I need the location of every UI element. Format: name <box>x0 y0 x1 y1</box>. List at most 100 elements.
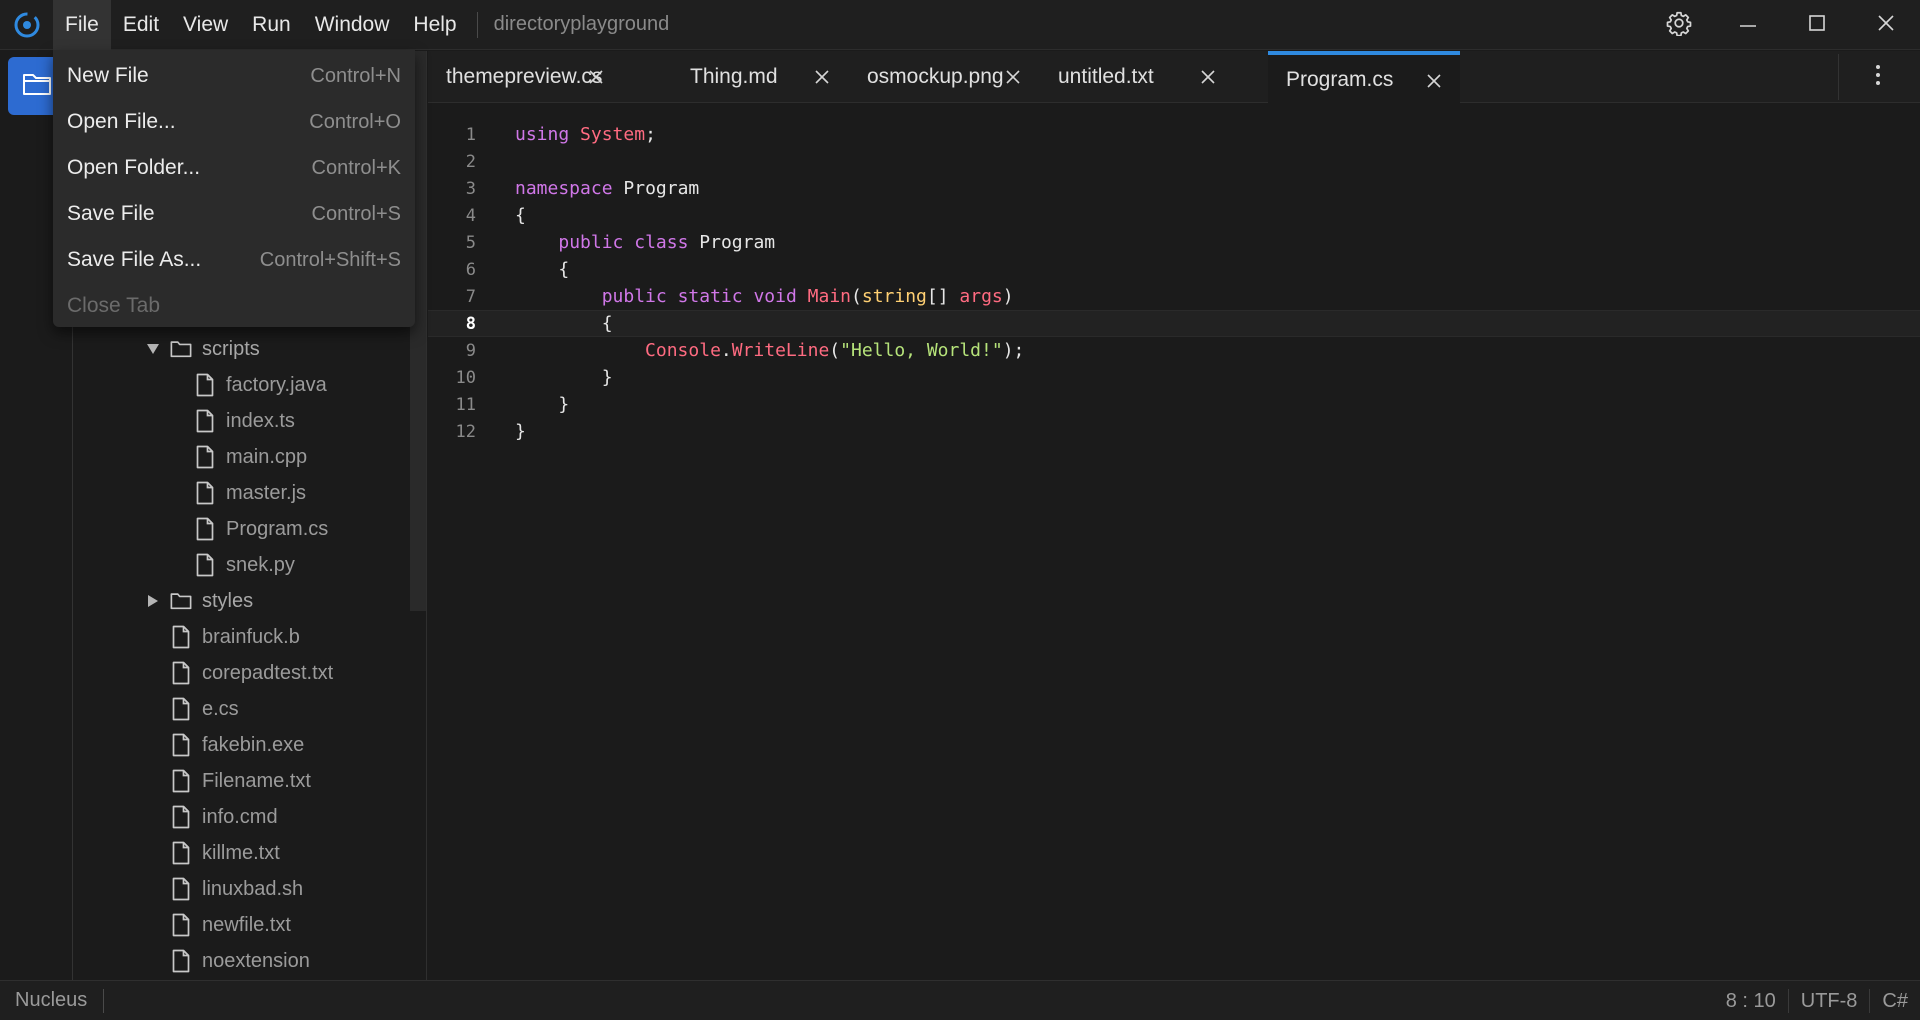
close-icon[interactable] <box>810 65 834 89</box>
more-vertical-icon <box>1875 64 1881 91</box>
menu-edit[interactable]: Edit <box>111 0 171 50</box>
tree-label: scripts <box>202 337 260 360</box>
menu-item-label: Save File <box>67 202 155 225</box>
file-icon <box>194 372 216 398</box>
tree-label: corepadtest.txt <box>202 661 334 684</box>
code-text: public class Program <box>558 232 776 253</box>
tab-bar-separator <box>1838 54 1839 100</box>
maximize-button[interactable] <box>1782 0 1851 50</box>
line-number: 5 <box>465 232 476 253</box>
menu-help[interactable]: Help <box>401 0 468 50</box>
tree-label: brainfuck.b <box>202 625 300 648</box>
close-window-button[interactable] <box>1851 0 1920 50</box>
chevron-right-icon <box>142 594 164 608</box>
tree-label: info.cmd <box>202 805 278 828</box>
tab-untitled[interactable]: untitled.txt <box>1040 51 1234 103</box>
menu-item-shortcut: Control+Shift+S <box>259 248 401 271</box>
minimize-icon <box>1739 14 1757 37</box>
tree-file[interactable]: Program.cs <box>194 511 328 547</box>
tree-folder-scripts[interactable]: scripts <box>142 331 260 367</box>
menu-item-shortcut: Control+S <box>311 202 402 225</box>
encoding[interactable]: UTF-8 <box>1787 989 1870 1013</box>
code-text: public static void Main(string[] args) <box>601 286 1014 307</box>
tree-file[interactable]: snek.py <box>194 547 295 583</box>
menu-item-save-file-as[interactable]: Save File As... Control+Shift+S <box>53 237 415 283</box>
code-line: 12 } <box>428 418 1920 445</box>
tree-label: Filename.txt <box>202 769 311 792</box>
tab-label: Thing.md <box>690 65 778 88</box>
menu-window[interactable]: Window <box>303 0 402 50</box>
menu-file[interactable]: File <box>53 0 111 50</box>
status-right: 8 : 10 UTF-8 C# <box>1714 981 1920 1020</box>
tree-label: Program.cs <box>226 517 329 540</box>
code-line: 11 } <box>428 391 1920 418</box>
file-icon <box>170 624 192 650</box>
menu-item-save-file[interactable]: Save File Control+S <box>53 191 415 237</box>
menu-item-new-file[interactable]: New File Control+N <box>53 53 415 99</box>
chevron-down-icon <box>142 343 164 355</box>
tree-folder-styles[interactable]: styles <box>142 583 253 619</box>
tab-thing[interactable]: Thing.md <box>672 51 848 103</box>
tree-label: killme.txt <box>202 841 280 864</box>
file-icon <box>170 948 192 974</box>
code-line: 9 Console.WriteLine("Hello, World!"); <box>428 337 1920 364</box>
file-icon <box>194 408 216 434</box>
menu-item-open-folder[interactable]: Open Folder... Control+K <box>53 145 415 191</box>
tree-file[interactable]: newfile.txt <box>170 907 291 943</box>
code-text: { <box>558 259 570 280</box>
tree-file[interactable]: main.cpp <box>194 439 307 475</box>
menu-view[interactable]: View <box>171 0 240 50</box>
menu-item-label: New File <box>67 64 149 87</box>
tree-file[interactable]: fakebin.exe <box>170 727 304 763</box>
tab-bar: themepreview.cs Thing.md osmockup.png un… <box>428 51 1920 104</box>
tree-file[interactable]: index.ts <box>194 403 295 439</box>
tree-file[interactable]: linuxbad.sh <box>170 871 303 907</box>
code-line: 3 namespace Program <box>428 175 1920 202</box>
tree-label: styles <box>202 589 254 612</box>
title-bar: File Edit View Run Window Help directory… <box>0 0 1920 50</box>
tree-file[interactable]: brainfuck.b <box>170 619 300 655</box>
tree-file[interactable]: info.cmd <box>170 799 278 835</box>
close-icon[interactable] <box>1196 65 1220 89</box>
language-mode[interactable]: C# <box>1869 989 1920 1013</box>
settings-button[interactable] <box>1644 0 1713 50</box>
line-number: 7 <box>465 286 476 307</box>
tree-file[interactable]: killme.txt <box>170 835 280 871</box>
app-logo-icon[interactable] <box>0 0 53 50</box>
file-icon <box>170 660 192 686</box>
code-line: 2 <box>428 148 1920 175</box>
tab-overflow-button[interactable] <box>1856 58 1900 96</box>
tab-osmockup[interactable]: osmockup.png <box>849 51 1039 103</box>
tree-label: factory.java <box>226 373 327 396</box>
status-app-name: Nucleus <box>15 989 88 1011</box>
code-text: { <box>515 205 526 226</box>
tree-file[interactable]: noextension <box>170 943 310 979</box>
file-icon <box>194 516 216 542</box>
close-icon[interactable] <box>584 65 608 89</box>
tab-program-active[interactable]: Program.cs <box>1268 51 1460 104</box>
tree-label: snek.py <box>226 553 295 576</box>
tree-file[interactable]: e.cs <box>170 691 239 727</box>
menu-item-label: Open File... <box>67 110 176 133</box>
tree-label: fakebin.exe <box>202 733 305 756</box>
minimize-button[interactable] <box>1713 0 1782 50</box>
tab-themepreview[interactable]: themepreview.cs <box>428 51 622 103</box>
menu-item-open-file[interactable]: Open File... Control+O <box>53 99 415 145</box>
file-menu-dropdown: New File Control+N Open File... Control+… <box>53 50 415 327</box>
close-icon[interactable] <box>1422 69 1446 93</box>
file-icon <box>170 876 192 902</box>
tree-label: newfile.txt <box>202 913 291 936</box>
maximize-icon <box>1808 14 1826 37</box>
cursor-position[interactable]: 8 : 10 <box>1714 989 1788 1013</box>
file-icon <box>194 552 216 578</box>
menu-item-label: Open Folder... <box>67 156 201 179</box>
code-editor[interactable]: 1 using System; 2 3 namespace Program 4 … <box>428 104 1920 980</box>
tree-file[interactable]: factory.java <box>194 367 327 403</box>
close-icon[interactable] <box>1001 65 1025 89</box>
menu-item-label: Close Tab <box>67 294 161 317</box>
line-number: 8 <box>465 313 476 334</box>
tree-file[interactable]: corepadtest.txt <box>170 655 333 691</box>
tree-file[interactable]: Filename.txt <box>170 763 311 799</box>
tree-file[interactable]: master.js <box>194 475 306 511</box>
menu-run[interactable]: Run <box>240 0 303 50</box>
